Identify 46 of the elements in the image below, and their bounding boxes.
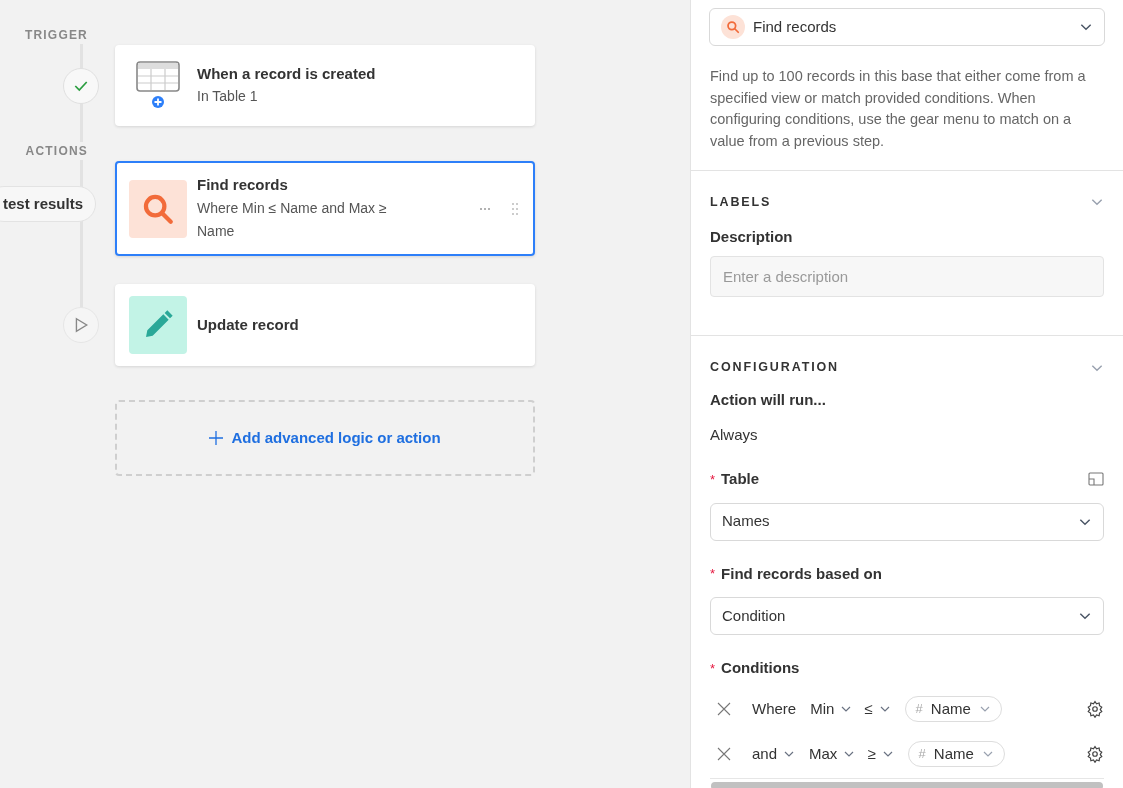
- remove-icon[interactable]: [717, 747, 731, 761]
- step-subtitle: Where Min ≤ Name and Max ≥ Name: [197, 198, 388, 241]
- section-title: LABELS: [710, 194, 772, 211]
- add-action-button[interactable]: Add advanced logic or action: [115, 400, 535, 476]
- operator-dropdown[interactable]: ≤: [864, 697, 891, 721]
- step-subtitle: In Table 1: [197, 87, 259, 107]
- required-asterisk: *: [710, 470, 716, 489]
- run-condition-text: Always: [710, 424, 759, 445]
- gear-icon[interactable]: [1086, 745, 1104, 763]
- test-results-button[interactable]: test results: [0, 186, 97, 222]
- table-select[interactable]: Names: [710, 502, 1104, 541]
- step-title: Find records: [197, 175, 289, 196]
- step-card[interactable]: When a record is created In Table 1: [115, 45, 535, 126]
- field-label: Conditions: [721, 658, 800, 678]
- hash-icon: #: [918, 744, 926, 764]
- field-label: Table: [721, 469, 760, 489]
- action-description: Find up to 100 records in this base that either come from a specified view or match provided conditions. When configuring conditions, use the gear menu to match on a value from a previous step.: [709, 67, 1087, 151]
- step-card[interactable]: Find records Where Min ≤ Name and Max ≥ Name: [115, 161, 535, 256]
- plus-icon: [209, 431, 224, 445]
- table-plus-icon: [136, 60, 180, 111]
- conjunction-text: Where: [752, 698, 797, 719]
- action-select[interactable]: Find records: [709, 8, 1105, 46]
- section-label: ACTIONS: [25, 142, 88, 160]
- field-dropdown[interactable]: Min: [810, 697, 853, 721]
- panel-layout-icon[interactable]: [1088, 472, 1104, 487]
- step-title: When a record is created: [197, 63, 377, 84]
- play-icon: [73, 317, 89, 333]
- operator-dropdown[interactable]: ≥: [867, 742, 894, 766]
- section-title: CONFIGURATION: [710, 359, 839, 377]
- horizontal-scrollbar[interactable]: [711, 781, 1103, 788]
- step-title: Update record: [197, 314, 300, 335]
- magnifier-icon: [726, 20, 740, 34]
- hash-icon: #: [915, 699, 923, 719]
- description-field[interactable]: Enter a description: [710, 256, 1104, 298]
- based-on-select[interactable]: Condition: [710, 597, 1104, 635]
- step-card[interactable]: Update record: [115, 284, 535, 366]
- field-label: Description: [710, 226, 794, 247]
- drag-handle-icon[interactable]: [511, 201, 519, 216]
- field-label: Find records based on: [721, 563, 882, 584]
- conjunction-dropdown[interactable]: and: [752, 742, 796, 766]
- field-dropdown[interactable]: Max: [809, 742, 856, 766]
- required-asterisk: *: [710, 659, 716, 678]
- gear-icon[interactable]: [1086, 700, 1104, 718]
- remove-icon[interactable]: [717, 702, 731, 716]
- required-asterisk: *: [710, 565, 716, 583]
- field-label: Action will run...: [710, 390, 827, 410]
